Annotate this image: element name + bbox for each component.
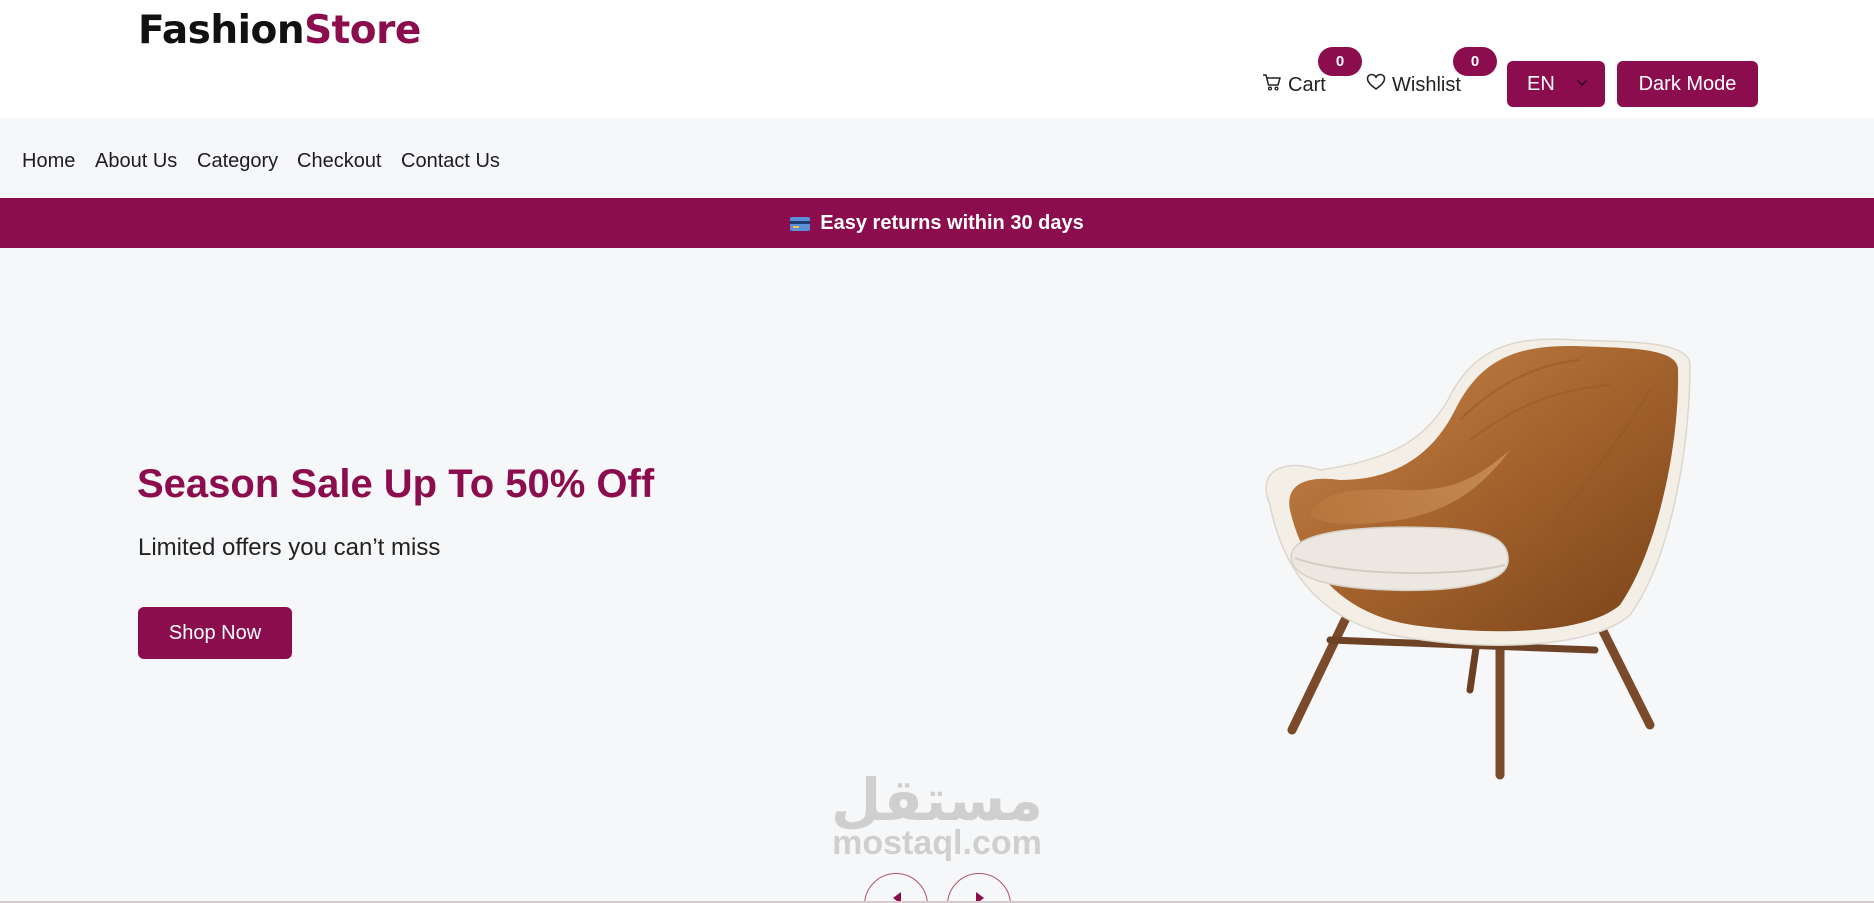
slider-next-button[interactable] [947,873,1011,903]
wishlist-label: Wishlist [1392,73,1461,96]
brand-logo[interactable]: FashionStore [138,8,421,53]
promo-text: Easy returns within 30 days [820,211,1084,234]
shop-now-button[interactable]: Shop Now [138,607,292,659]
cart-icon [1262,72,1288,98]
hero-chair-image [1265,338,1691,780]
wishlist-count-badge: 0 [1453,47,1497,76]
watermark-latin: mostaql.com [832,824,1042,862]
promo-banner: Easy returns within 30 days [0,198,1874,248]
wishlist-link[interactable]: Wishlist [1366,70,1461,100]
credit-card-icon [790,217,811,231]
main-nav: Home About Us Category Checkout Contact … [0,118,1874,198]
hero-subtitle: Limited offers you can’t miss [138,534,441,561]
language-select[interactable]: EN [1507,61,1605,107]
cart-count-badge: 0 [1318,47,1362,76]
brand-name-part2: Store [304,8,421,53]
watermark-arabic: مستقل [830,766,1044,834]
heart-icon [1366,72,1392,98]
language-value: EN [1527,72,1555,95]
cart-label: Cart [1288,73,1326,96]
slider-prev-button[interactable] [864,873,928,903]
nav-item-contact-us[interactable]: Contact Us [401,150,500,173]
watermark: مستقل mostaql.com [812,770,1062,860]
nav-item-about-us[interactable]: About Us [95,150,177,173]
brand-name-part1: Fashion [138,8,305,53]
dark-mode-button[interactable]: Dark Mode [1617,61,1758,107]
hero-title: Season Sale Up To 50% Off [137,462,655,506]
chevron-down-icon [1577,76,1587,86]
nav-item-home[interactable]: Home [22,150,75,173]
site-header: FashionStore Cart 0 Wishlist 0 EN Dark M… [0,0,1874,118]
nav-item-category[interactable]: Category [197,150,278,173]
cart-link[interactable]: Cart [1262,70,1326,100]
nav-item-checkout[interactable]: Checkout [297,150,382,173]
